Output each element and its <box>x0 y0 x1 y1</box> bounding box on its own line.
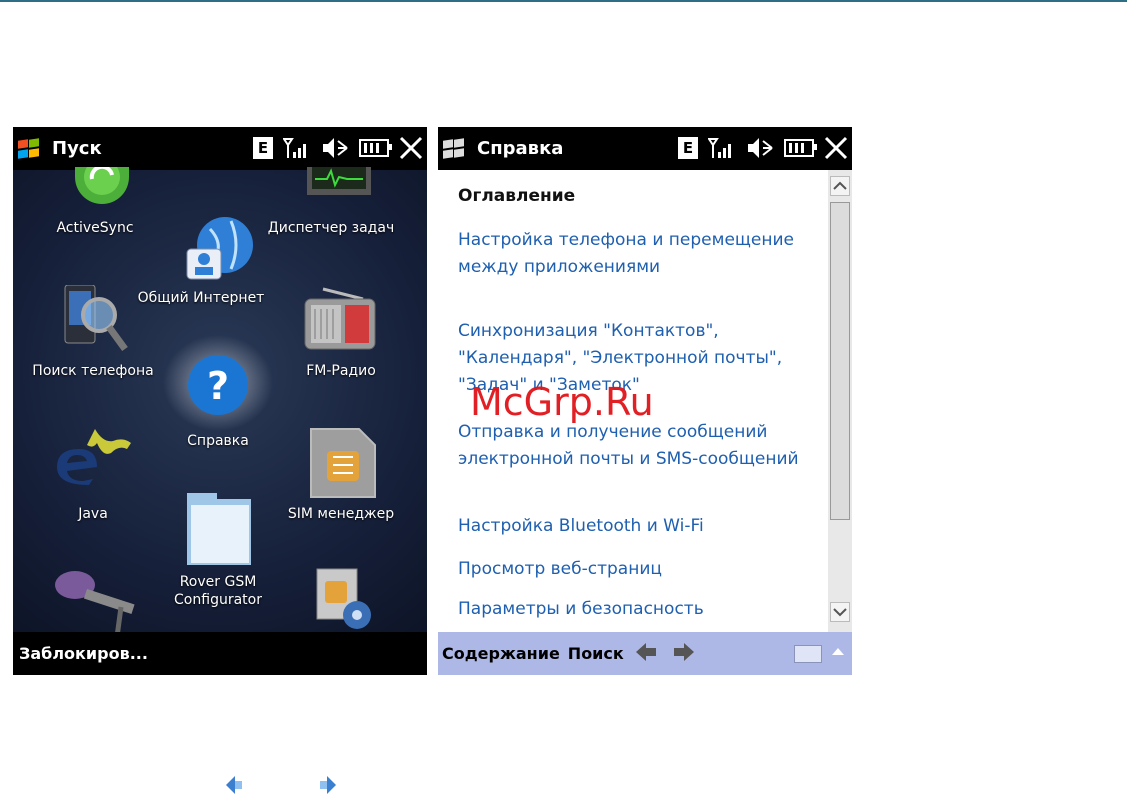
forward-arrow-icon[interactable] <box>672 642 694 666</box>
app-internet-sharing[interactable]: Общий Интернет <box>136 289 266 307</box>
app-label: Rover GSM Configurator <box>174 574 262 608</box>
app-label: Справка <box>187 433 249 449</box>
help-menu-bar: Содержание Поиск <box>438 632 852 675</box>
keyboard-icon[interactable] <box>794 645 822 663</box>
windows-logo-icon[interactable] <box>441 137 467 160</box>
signal-icon[interactable] <box>282 136 311 160</box>
sim-card-icon <box>309 427 377 503</box>
status-bar: Пуск E <box>13 127 427 170</box>
sim-settings-icon[interactable] <box>313 567 377 635</box>
speaker-mute-icon[interactable] <box>321 135 349 161</box>
app-label: FM-Радио <box>306 363 376 379</box>
app-task-manager[interactable]: Диспетчер задач <box>266 219 396 237</box>
scrollbar[interactable] <box>828 170 852 632</box>
watermark: McGrp.Ru <box>470 380 654 424</box>
app-java[interactable]: Java <box>28 505 158 523</box>
java-icon <box>51 423 141 517</box>
radio-icon <box>303 285 377 355</box>
back-arrow-icon <box>226 776 242 794</box>
scroll-down-button[interactable] <box>830 602 850 622</box>
close-icon[interactable] <box>399 136 423 160</box>
forward-arrow-icon <box>320 776 336 794</box>
contents-softkey[interactable]: Содержание <box>442 644 560 663</box>
top-divider-line <box>0 0 1127 2</box>
app-sim-manager[interactable]: SIM менеджер <box>276 505 406 523</box>
signal-icon[interactable] <box>707 136 736 160</box>
app-label: Поиск телефона <box>32 363 154 379</box>
help-link-phone-setup[interactable]: Настройка телефона и перемещение между п… <box>458 227 818 281</box>
svg-text:?: ? <box>207 364 229 408</box>
speaker-mute-icon[interactable] <box>746 135 774 161</box>
status-title[interactable]: Справка <box>477 138 563 159</box>
app-label: Диспетчер задач <box>267 220 395 236</box>
scroll-thumb[interactable] <box>830 202 850 520</box>
app-fm-radio[interactable]: FM-Радио <box>276 362 406 380</box>
app-rover-gsm[interactable]: Rover GSM Configurator <box>153 573 283 609</box>
edge-icon[interactable]: E <box>678 137 698 159</box>
input-panel-arrow-icon[interactable] <box>832 648 844 655</box>
app-activesync[interactable]: ActiveSync <box>30 219 160 237</box>
toc-title: Оглавление <box>458 186 576 206</box>
activesync-icon <box>75 159 129 211</box>
status-bar: Справка E <box>438 127 852 170</box>
close-icon[interactable] <box>824 136 848 160</box>
back-arrow-icon[interactable] <box>635 642 658 666</box>
phone-search-icon <box>63 284 129 359</box>
app-label: ActiveSync <box>56 220 134 236</box>
scroll-up-button[interactable] <box>830 176 850 196</box>
windows-logo-icon[interactable] <box>16 137 42 160</box>
lock-softkey[interactable]: Заблокиров... <box>13 632 427 675</box>
app-label: Java <box>78 506 108 522</box>
help-icon: ? <box>163 333 273 437</box>
app-help[interactable]: Справка <box>153 432 283 450</box>
task-manager-icon <box>307 167 371 201</box>
help-link-web-browsing[interactable]: Просмотр веб-страниц <box>458 556 818 583</box>
search-softkey[interactable]: Поиск <box>568 644 624 663</box>
battery-icon[interactable] <box>359 139 392 157</box>
internet-sharing-icon <box>185 215 255 285</box>
help-link-bluetooth-wifi[interactable]: Настройка Bluetooth и Wi-Fi <box>458 513 818 540</box>
app-label: Общий Интернет <box>137 290 265 306</box>
app-label: SIM менеджер <box>287 506 395 522</box>
edge-icon[interactable]: E <box>253 137 273 159</box>
battery-icon[interactable] <box>784 139 817 157</box>
status-title[interactable]: Пуск <box>52 138 102 159</box>
app-phone-search[interactable]: Поиск телефона <box>28 362 158 380</box>
help-link-settings-security[interactable]: Параметры и безопасность <box>458 596 818 623</box>
microphone-icon[interactable] <box>51 567 141 641</box>
start-screen: Пуск E ActiveSync Диспетчер задач Общий … <box>13 127 427 675</box>
help-link-email-sms[interactable]: Отправка и получение сообщений электронн… <box>458 419 818 473</box>
folder-icon <box>185 493 255 571</box>
